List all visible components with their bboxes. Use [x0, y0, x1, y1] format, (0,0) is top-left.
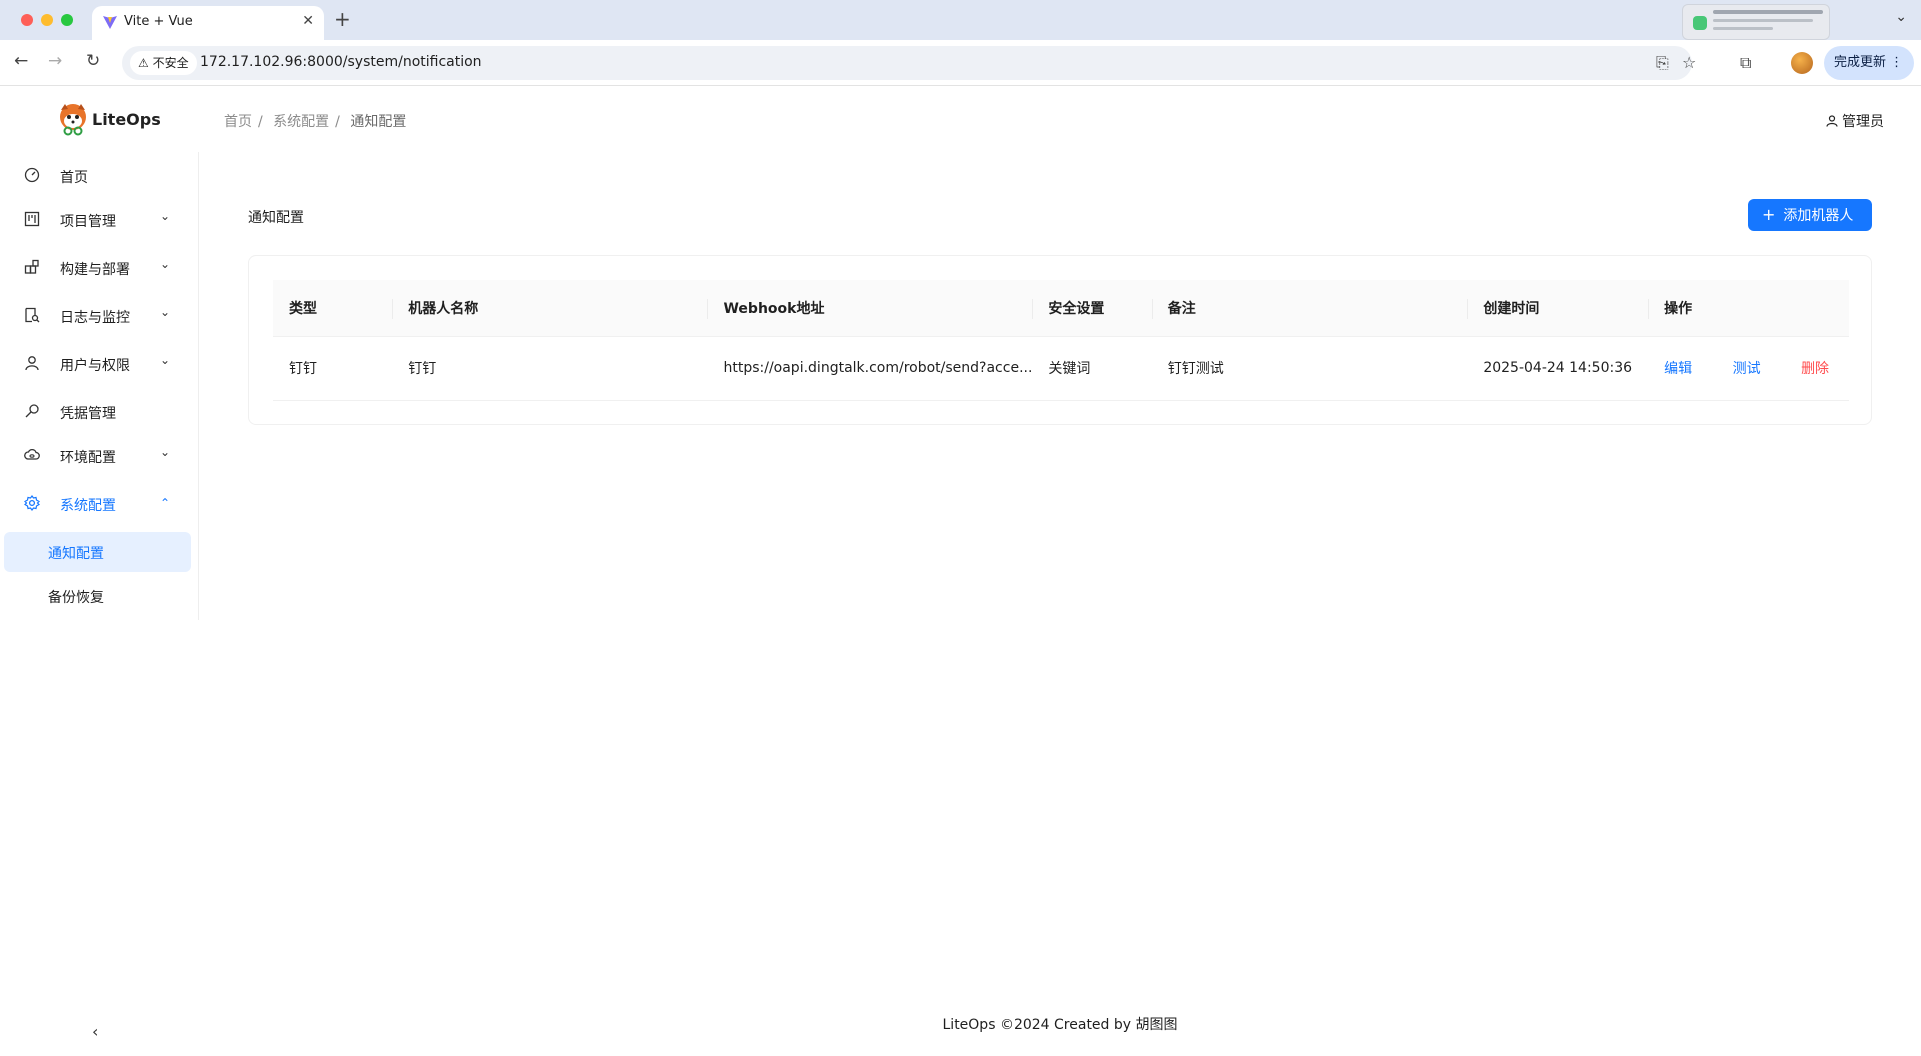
close-window-button[interactable] — [21, 14, 33, 26]
cloud-icon — [24, 448, 40, 460]
sidebar-item-projects[interactable]: 项目管理 ⌄ — [0, 200, 199, 240]
column-header-security: 安全设置 — [1032, 280, 1152, 337]
user-icon — [1825, 115, 1838, 127]
sidebar-item-label: 用户与权限 — [60, 358, 130, 374]
table-row: 钉钉 钉钉 https://oapi.dingtalk.com/robot/se… — [273, 336, 1849, 401]
key-icon — [25, 404, 39, 418]
new-tab-icon[interactable]: + — [334, 8, 351, 30]
wechat-notification[interactable] — [1682, 4, 1830, 40]
breadcrumb: 首页 / 系统配置 / 通知配置 — [224, 114, 407, 130]
page-title: 通知配置 — [248, 210, 304, 226]
breadcrumb-system-config[interactable]: 系统配置 — [273, 114, 329, 130]
project-icon — [24, 211, 40, 227]
sidebar-item-environment[interactable]: 环境配置 ⌄ — [0, 436, 199, 476]
user-menu[interactable]: 管理员 — [1825, 111, 1884, 131]
update-label: 完成更新 — [1834, 55, 1887, 70]
minimize-window-button[interactable] — [41, 14, 53, 26]
url-text[interactable]: 172.17.102.96:8000/system/notification — [200, 54, 482, 70]
cell-webhook: https://oapi.dingtalk.com/robot/send?acc… — [707, 336, 1033, 401]
sidebar-item-label: 系统配置 — [60, 498, 116, 514]
add-robot-button[interactable]: + 添加机器人 — [1748, 199, 1872, 231]
translate-icon[interactable]: ⎘ — [1656, 53, 1669, 73]
delete-link[interactable]: 删除 — [1801, 361, 1829, 377]
sidebar-item-build-deploy[interactable]: 构建与部署 ⌄ — [0, 248, 199, 288]
liteops-logo-icon — [60, 104, 86, 136]
tab-title: Vite + Vue — [124, 14, 193, 29]
sidebar-item-home[interactable]: 首页 — [0, 156, 199, 196]
cell-name: 钉钉 — [392, 336, 708, 401]
sidebar-subitem-notification[interactable]: 通知配置 — [4, 532, 191, 572]
insecure-label: 不安全 — [152, 56, 189, 70]
dashboard-icon — [24, 167, 40, 183]
chevron-up-icon: ⌃ — [160, 496, 171, 510]
reload-icon[interactable]: ↻ — [86, 51, 100, 71]
browser-tab[interactable]: Vite + Vue ✕ — [92, 6, 324, 40]
sidebar-item-label: 凭据管理 — [60, 406, 116, 422]
extensions-icon[interactable]: ⧉ — [1740, 53, 1751, 73]
sidebar-item-label: 构建与部署 — [60, 262, 130, 278]
notification-table-card: 类型 机器人名称 Webhook地址 安全设置 备注 创建时间 操作 钉钉 钉钉… — [248, 255, 1872, 425]
sidebar-item-users-permissions[interactable]: 用户与权限 ⌄ — [0, 344, 199, 384]
sidebar-item-credentials[interactable]: 凭据管理 — [0, 392, 199, 432]
gear-icon — [24, 495, 40, 511]
sidebar-subitem-backup[interactable]: 备份恢复 — [0, 576, 199, 616]
bookmark-star-icon[interactable]: ☆ — [1682, 53, 1696, 72]
update-button[interactable]: 完成更新 ⋮ — [1824, 46, 1914, 80]
maximize-window-button[interactable] — [61, 14, 73, 26]
column-header-actions: 操作 — [1648, 280, 1849, 337]
add-robot-label: 添加机器人 — [1783, 208, 1854, 224]
sidebar-item-label: 环境配置 — [60, 450, 116, 466]
table-header-row: 类型 机器人名称 Webhook地址 安全设置 备注 创建时间 操作 — [273, 280, 1849, 337]
sidebar-item-logs-monitor[interactable]: 日志与监控 ⌄ — [0, 296, 199, 336]
cell-security: 关键词 — [1032, 336, 1152, 401]
sidebar-subitem-label: 通知配置 — [48, 546, 104, 562]
chevron-down-icon: ⌄ — [160, 445, 171, 459]
sidebar-item-label: 项目管理 — [60, 214, 116, 230]
footer: LiteOps ©2024 Created by 胡图图 — [942, 1017, 1178, 1033]
cell-type: 钉钉 — [273, 336, 393, 401]
profile-avatar[interactable] — [1791, 52, 1813, 74]
chevron-down-icon: ⌄ — [160, 257, 171, 271]
edit-link[interactable]: 编辑 — [1664, 361, 1692, 377]
cell-remark: 钉钉测试 — [1151, 336, 1468, 401]
chevron-down-icon: ⌄ — [160, 209, 171, 223]
wechat-icon — [1693, 16, 1707, 30]
column-header-webhook: Webhook地址 — [707, 280, 1033, 337]
chevron-down-icon: ⌄ — [160, 353, 171, 367]
column-header-created: 创建时间 — [1467, 280, 1649, 337]
sidebar-item-label: 首页 — [60, 170, 88, 186]
build-icon — [24, 259, 39, 274]
cell-actions: 编辑 测试 删除 — [1648, 336, 1849, 401]
column-header-remark: 备注 — [1151, 280, 1468, 337]
plus-icon: + — [1762, 205, 1776, 224]
vite-icon — [103, 16, 117, 29]
breadcrumb-current: 通知配置 — [350, 114, 407, 130]
user-icon — [25, 356, 39, 371]
column-header-name: 机器人名称 — [392, 280, 708, 337]
logo-text[interactable]: LiteOps — [92, 110, 161, 129]
user-name: 管理员 — [1842, 114, 1884, 130]
sidebar-item-system-config[interactable]: 系统配置 ⌃ — [0, 484, 199, 524]
browser-toolbar: ← → ↻ ⚠ 不安全 172.17.102.96:8000/system/no… — [0, 40, 1921, 86]
sidebar-item-label: 日志与监控 — [60, 310, 130, 326]
sidebar-subitem-label: 备份恢复 — [48, 590, 104, 606]
tab-search-icon[interactable]: ⌄ — [1895, 9, 1907, 25]
browser-tab-bar: Vite + Vue ✕ + ⌄ — [0, 0, 1921, 40]
sidebar: 首页 项目管理 ⌄ 构建与部署 ⌄ 日志与监控 ⌄ 用户与权限 ⌄ 凭据管理 环… — [0, 152, 199, 620]
notification-table: 类型 机器人名称 Webhook地址 安全设置 备注 创建时间 操作 钉钉 钉钉… — [273, 280, 1849, 401]
address-bar[interactable]: ⚠ 不安全 172.17.102.96:8000/system/notifica… — [122, 46, 1696, 80]
insecure-badge[interactable]: ⚠ 不安全 — [130, 51, 197, 75]
cell-created: 2025-04-24 14:50:36 — [1467, 336, 1649, 401]
tab-close-icon[interactable]: ✕ — [302, 13, 314, 29]
chevron-down-icon: ⌄ — [160, 305, 171, 319]
forward-icon[interactable]: → — [48, 51, 62, 71]
log-icon — [25, 307, 40, 323]
breadcrumb-home[interactable]: 首页 — [224, 114, 252, 130]
test-link[interactable]: 测试 — [1733, 361, 1761, 377]
back-icon[interactable]: ← — [14, 51, 28, 71]
column-header-type: 类型 — [273, 280, 393, 337]
